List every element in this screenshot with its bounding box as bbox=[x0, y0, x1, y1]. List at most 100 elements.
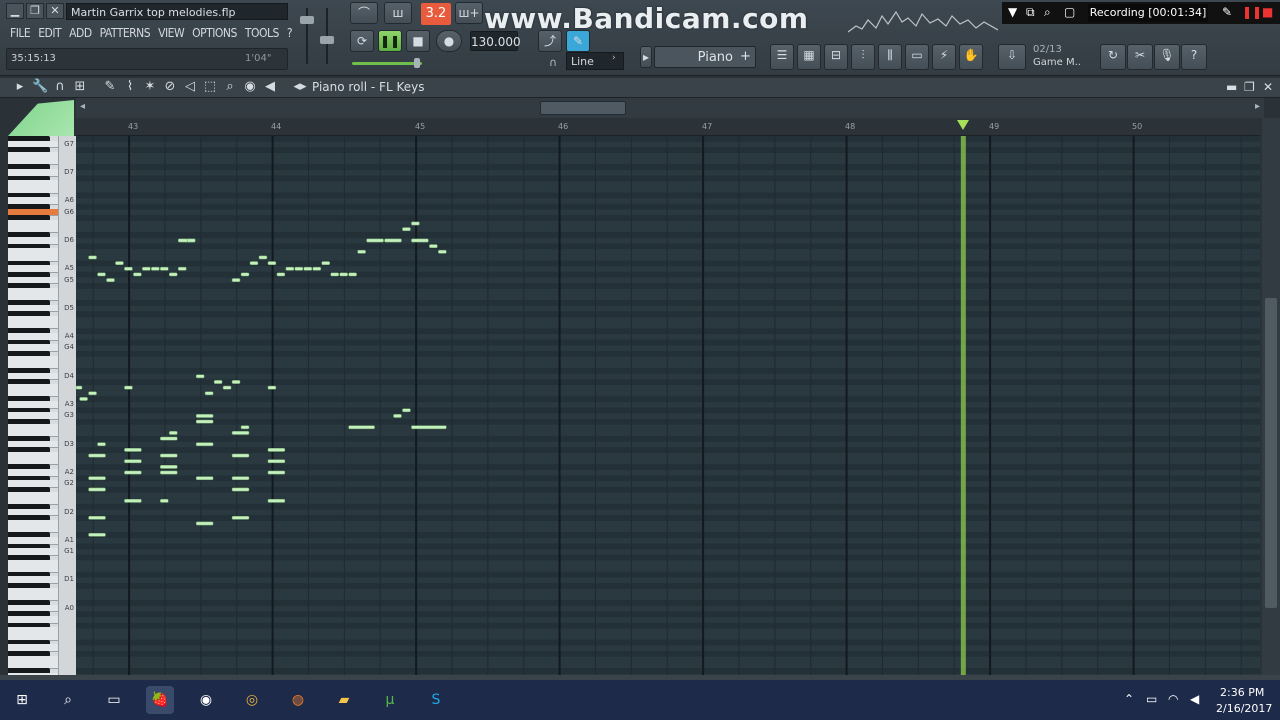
midi-note[interactable] bbox=[124, 266, 133, 271]
wait-input-icon[interactable]: ш+ bbox=[455, 2, 483, 24]
midi-note[interactable] bbox=[267, 448, 286, 452]
nav-arrows-icon[interactable]: ◂▸ bbox=[292, 79, 308, 95]
piano-roll-icon[interactable]: ▦ bbox=[797, 44, 821, 70]
midi-note[interactable] bbox=[79, 397, 88, 401]
menu-arrow-icon[interactable]: ▸ bbox=[12, 79, 28, 95]
midi-note[interactable] bbox=[231, 476, 250, 481]
menu-view[interactable]: VIEW bbox=[154, 24, 188, 42]
midi-note[interactable] bbox=[267, 385, 277, 390]
microphone-icon[interactable]: 🎙 bbox=[1154, 44, 1180, 70]
select-icon[interactable]: ⬚ bbox=[202, 79, 218, 95]
zoom-icon[interactable]: ⌕ bbox=[222, 79, 238, 95]
slice-icon[interactable]: ◁ bbox=[182, 79, 198, 95]
clock-time[interactable]: 2:36 PM bbox=[1220, 686, 1264, 699]
bandicam-icon[interactable]: ◉ bbox=[192, 686, 220, 714]
draw-icon[interactable]: ✎ bbox=[566, 30, 590, 52]
midi-note[interactable] bbox=[124, 459, 142, 464]
menu-edit[interactable]: EDIT bbox=[34, 24, 65, 42]
midi-note[interactable] bbox=[294, 266, 304, 271]
stop-record-icon[interactable]: ■ bbox=[1262, 5, 1273, 19]
vertical-scrollbar[interactable] bbox=[1262, 118, 1280, 675]
wrench-icon[interactable]: 🔧 bbox=[32, 79, 48, 95]
midi-note[interactable] bbox=[339, 272, 348, 277]
menu-file[interactable]: FILE bbox=[6, 24, 34, 42]
midi-note[interactable] bbox=[438, 249, 447, 254]
record-button[interactable]: ● bbox=[436, 30, 462, 52]
midi-note[interactable] bbox=[357, 249, 366, 254]
midi-note[interactable] bbox=[124, 448, 142, 452]
channel-prev-icon[interactable]: ▸ bbox=[640, 46, 652, 68]
midi-note[interactable] bbox=[195, 414, 214, 418]
firefox-icon[interactable]: ◍ bbox=[284, 686, 312, 714]
undo-icon[interactable]: ↻ bbox=[1100, 44, 1126, 70]
midi-note[interactable] bbox=[384, 238, 402, 243]
midi-note[interactable] bbox=[76, 385, 83, 390]
midi-note[interactable] bbox=[88, 255, 97, 260]
midi-note[interactable] bbox=[330, 272, 339, 277]
midi-note[interactable] bbox=[231, 380, 241, 384]
midi-note[interactable] bbox=[303, 266, 313, 271]
midi-note[interactable] bbox=[231, 487, 250, 492]
channel-rack-icon[interactable]: ⊟ bbox=[824, 44, 848, 70]
mixer-icon[interactable]: ⫶ bbox=[851, 44, 875, 70]
pr-close-icon[interactable]: ✕ bbox=[1263, 80, 1273, 94]
midi-note[interactable] bbox=[231, 453, 250, 458]
chrome-icon[interactable]: ◎ bbox=[238, 686, 266, 714]
tools-icon[interactable]: ✂ bbox=[1127, 44, 1153, 70]
midi-note[interactable] bbox=[124, 470, 142, 475]
search-icon[interactable]: ⌕ bbox=[54, 686, 82, 714]
battery-icon[interactable]: ▭ bbox=[1146, 692, 1157, 706]
plugin-icon[interactable]: ⚡ bbox=[932, 44, 956, 70]
midi-note[interactable] bbox=[133, 272, 142, 277]
midi-note[interactable] bbox=[429, 244, 438, 248]
midi-note[interactable] bbox=[285, 266, 295, 271]
stamp-icon[interactable]: ⊞ bbox=[72, 79, 88, 95]
midi-note[interactable] bbox=[258, 255, 268, 260]
restore-icon[interactable]: ❐ bbox=[26, 3, 44, 19]
midi-note[interactable] bbox=[213, 380, 223, 384]
midi-note[interactable] bbox=[411, 425, 447, 430]
channel-add-button[interactable]: + bbox=[740, 49, 751, 64]
midi-note[interactable] bbox=[348, 272, 357, 277]
snap-icon[interactable]: ⤴ bbox=[538, 30, 562, 52]
midi-note[interactable] bbox=[393, 414, 402, 418]
fl-studio-icon[interactable]: 🍓 bbox=[146, 686, 174, 714]
midi-note[interactable] bbox=[88, 391, 97, 396]
midi-note[interactable] bbox=[249, 261, 259, 265]
menu-add[interactable]: ADD bbox=[65, 24, 96, 42]
midi-note[interactable] bbox=[222, 385, 232, 390]
midi-note[interactable] bbox=[88, 515, 106, 520]
midi-note[interactable] bbox=[195, 419, 214, 424]
utorrent-icon[interactable]: µ bbox=[376, 686, 404, 714]
windows-start-icon[interactable]: ⊞ bbox=[8, 686, 36, 714]
note-grid[interactable] bbox=[76, 136, 1260, 675]
metronome-icon[interactable]: ш bbox=[384, 2, 412, 24]
midi-note[interactable] bbox=[97, 442, 106, 447]
plugin-picker-icon[interactable]: ✋ bbox=[959, 44, 983, 70]
timeline-ruler[interactable]: 43 44 45 46 47 48 49 50 bbox=[76, 118, 1260, 136]
horizontal-scroll-thumb[interactable] bbox=[540, 101, 626, 115]
menu-options[interactable]: OPTIONS bbox=[188, 24, 241, 42]
menu-patterns[interactable]: PATTERNS bbox=[96, 24, 154, 42]
stop-button[interactable]: ■ bbox=[406, 30, 430, 52]
midi-note[interactable] bbox=[195, 476, 214, 481]
menu-tools[interactable]: TOOLS bbox=[241, 24, 283, 42]
midi-note[interactable] bbox=[195, 374, 205, 379]
pattern-name[interactable]: Game M.. bbox=[1033, 57, 1081, 68]
mute-icon[interactable]: ⊘ bbox=[162, 79, 178, 95]
minimize-icon[interactable]: ▁ bbox=[6, 3, 24, 19]
position-slider[interactable] bbox=[414, 58, 420, 68]
brush-icon[interactable]: ⌇ bbox=[122, 79, 138, 95]
chevron-down-icon[interactable]: ▼ bbox=[1008, 5, 1017, 19]
pencil-icon[interactable]: ✎ bbox=[1222, 5, 1232, 19]
help-icon[interactable]: ? bbox=[1181, 44, 1207, 70]
midi-note[interactable] bbox=[160, 266, 169, 271]
horizontal-scrollbar[interactable]: ◂ ▸ bbox=[76, 98, 1264, 118]
midi-note[interactable] bbox=[160, 436, 178, 441]
tray-chevron-icon[interactable]: ⌃ bbox=[1124, 692, 1134, 706]
file-explorer-icon[interactable]: ▰ bbox=[330, 686, 358, 714]
playlist-icon[interactable]: ☰ bbox=[770, 44, 794, 70]
midi-note[interactable] bbox=[88, 453, 106, 458]
midi-note[interactable] bbox=[88, 532, 106, 537]
midi-note[interactable] bbox=[169, 272, 178, 277]
